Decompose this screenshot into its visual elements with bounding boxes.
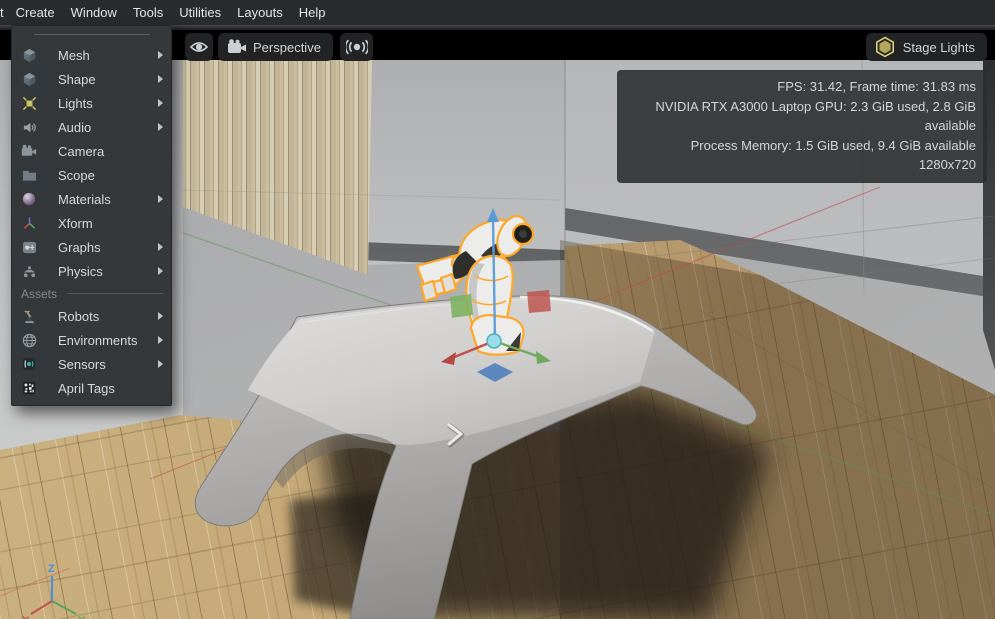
cube-icon: [21, 47, 37, 63]
create-menu: Mesh Shape Lights Audio: [11, 25, 172, 406]
menubar-item-tools[interactable]: Tools: [125, 0, 171, 25]
live-signal-icon: [346, 39, 368, 55]
menu-item-physics[interactable]: Physics: [12, 259, 171, 283]
menu-item-audio[interactable]: Audio: [12, 115, 171, 139]
cube-icon: [21, 71, 37, 87]
menubar-item-edit-truncated[interactable]: t: [0, 0, 8, 25]
menu-section-assets: Assets: [12, 283, 171, 304]
light-icon: [21, 95, 37, 111]
stats-memory-line: Process Memory: 1.5 GiB used, 9.4 GiB av…: [628, 136, 976, 156]
menu-item-scope[interactable]: Scope: [12, 163, 171, 187]
physics-icon: [21, 263, 37, 279]
axis-icon: [21, 215, 37, 231]
stage-lights-button[interactable]: Stage Lights: [866, 33, 987, 61]
material-sphere-icon: [21, 191, 37, 207]
triad-z-label: Z: [48, 563, 55, 575]
stage-light-hexagon-icon: [874, 36, 896, 58]
menubar-item-create[interactable]: Create: [8, 0, 63, 25]
submenu-arrow-icon: [158, 99, 163, 107]
robot-arm-icon: [21, 308, 37, 324]
submenu-arrow-icon: [158, 51, 163, 59]
sensor-icon: [21, 356, 37, 372]
menu-item-materials[interactable]: Materials: [12, 187, 171, 211]
menu-item-graphs[interactable]: Graphs: [12, 235, 171, 259]
submenu-arrow-icon: [158, 360, 163, 368]
graph-icon: [21, 239, 37, 255]
section-divider: [67, 293, 163, 294]
menu-item-mesh[interactable]: Mesh: [12, 43, 171, 67]
world-x-axis-line-far: [0, 568, 70, 596]
camera-perspective-button[interactable]: Perspective: [218, 33, 333, 61]
triad-x-label: X: [22, 615, 30, 619]
speaker-icon: [21, 119, 37, 135]
folder-icon: [21, 167, 37, 183]
submenu-arrow-icon: [158, 75, 163, 83]
stats-fps-line: FPS: 31.42, Frame time: 31.83 ms: [628, 77, 976, 97]
robot-finger: [421, 281, 437, 301]
menu-item-xform[interactable]: Xform: [12, 211, 171, 235]
menu-item-robots[interactable]: Robots: [12, 304, 171, 328]
gizmo-origin-handle[interactable]: [487, 334, 501, 348]
robot-head-cap-inner: [519, 230, 527, 238]
triad-y-label: Y: [78, 615, 86, 619]
robot-finger: [441, 274, 456, 293]
submenu-arrow-icon: [158, 123, 163, 131]
menu-item-lights[interactable]: Lights: [12, 91, 171, 115]
camera-icon: [227, 39, 247, 55]
globe-icon: [21, 332, 37, 348]
stats-resolution-line: 1280x720: [628, 155, 976, 175]
menubar: t Create Window Tools Utilities Layouts …: [0, 0, 995, 25]
menu-item-camera[interactable]: Camera: [12, 139, 171, 163]
submenu-arrow-icon: [158, 195, 163, 203]
camera-icon: [21, 143, 37, 159]
menubar-item-window[interactable]: Window: [63, 0, 125, 25]
april-tag-icon: [21, 380, 37, 396]
menubar-item-utilities[interactable]: Utilities: [171, 0, 229, 25]
stage-lights-label: Stage Lights: [903, 40, 975, 55]
isaac-sim-window: t Create Window Tools Utilities Layouts …: [0, 0, 995, 619]
submenu-arrow-icon: [158, 267, 163, 275]
live-sync-button[interactable]: [340, 33, 373, 61]
menubar-item-help[interactable]: Help: [291, 0, 334, 25]
axis-triad: Z X Y: [22, 563, 86, 619]
eye-icon: [190, 40, 208, 54]
perspective-label: Perspective: [253, 40, 321, 55]
visibility-button[interactable]: [185, 33, 213, 61]
menu-item-april-tags[interactable]: April Tags: [12, 376, 171, 400]
gizmo-plane-yz[interactable]: [450, 294, 473, 318]
submenu-arrow-icon: [158, 243, 163, 251]
menu-item-shape[interactable]: Shape: [12, 67, 171, 91]
stats-gpu-line: NVIDIA RTX A3000 Laptop GPU: 2.3 GiB use…: [628, 97, 976, 136]
submenu-arrow-icon: [158, 312, 163, 320]
menubar-item-layouts[interactable]: Layouts: [229, 0, 291, 25]
stats-overlay: FPS: 31.42, Frame time: 31.83 ms NVIDIA …: [617, 70, 987, 183]
submenu-arrow-icon: [158, 336, 163, 344]
menu-item-sensors[interactable]: Sensors: [12, 352, 171, 376]
menu-tearoff-handle[interactable]: [12, 26, 171, 43]
menu-item-environments[interactable]: Environments: [12, 328, 171, 352]
gizmo-z-arrowhead[interactable]: [487, 208, 499, 222]
gizmo-plane-xz[interactable]: [527, 290, 551, 313]
